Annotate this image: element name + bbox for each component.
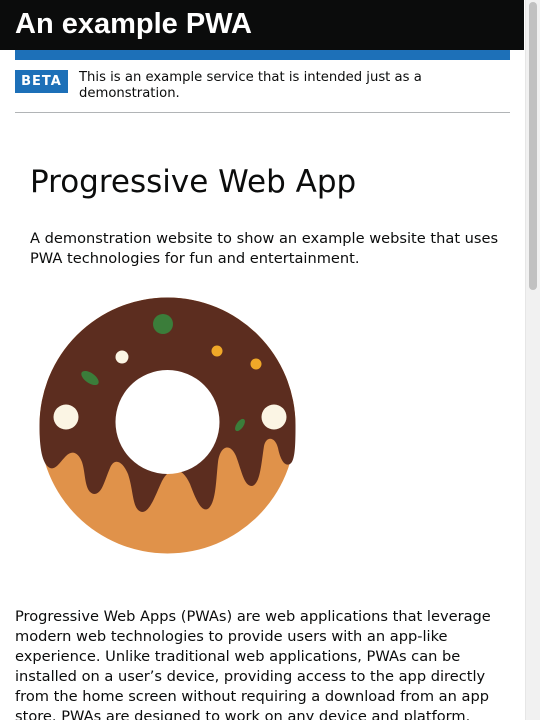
- phase-banner-divider: [15, 112, 510, 113]
- yellow-sprinkle: [250, 358, 262, 370]
- site-title-link[interactable]: An example PWA: [15, 6, 252, 42]
- cream-sprinkle: [261, 404, 287, 430]
- header-accent-bar: [15, 50, 510, 60]
- cream-sprinkle: [53, 404, 79, 430]
- phase-banner-text: This is an example service that is inten…: [79, 70, 422, 101]
- donut-illustration: [38, 296, 297, 555]
- scrollbar-thumb[interactable]: [529, 2, 537, 290]
- donut-icon: [39, 297, 296, 554]
- page-scrollbar[interactable]: [525, 0, 540, 720]
- beta-tag: BETA: [15, 70, 68, 93]
- green-sprinkle: [153, 314, 173, 334]
- pwa-description: Progressive Web Apps (PWAs) are web appl…: [15, 608, 491, 720]
- cream-sprinkle: [115, 350, 129, 364]
- page-title: Progressive Web App: [30, 164, 357, 200]
- site-header: An example PWA: [0, 0, 524, 50]
- yellow-sprinkle: [211, 345, 223, 357]
- lead-paragraph: A demonstration website to show an examp…: [30, 230, 499, 267]
